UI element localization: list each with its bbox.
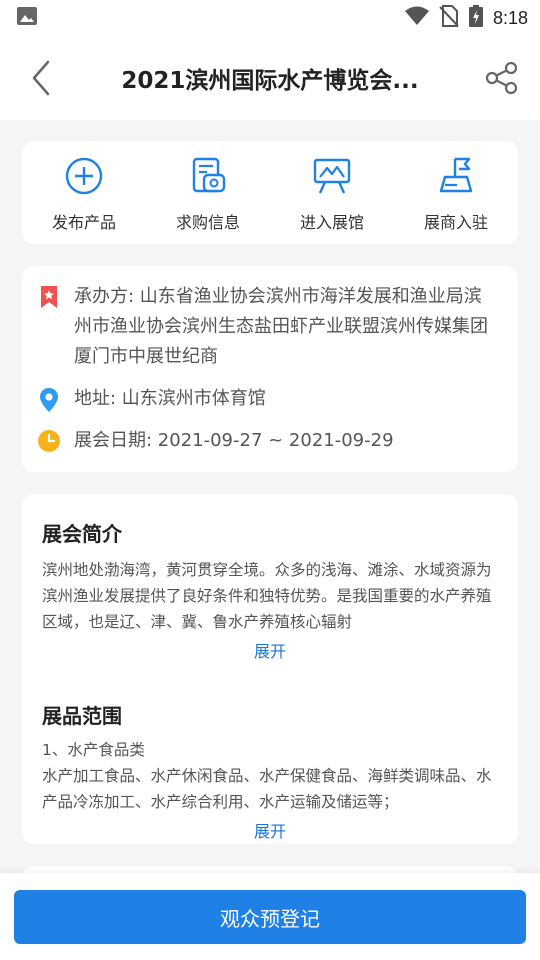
exhibitor-join-button[interactable]: 展商入驻 <box>394 141 518 244</box>
plus-circle-icon <box>65 157 103 195</box>
intro-body: 滨州地处渤海湾，黄河贯穿全境。众多的浅海、滩涂、水域资源为滨州渔业发展提供了良好… <box>42 561 492 631</box>
wifi-icon <box>404 6 429 30</box>
purchase-info-button[interactable]: 求购信息 <box>146 141 270 244</box>
chevron-left-icon <box>32 60 50 96</box>
quick-actions-card: 发布产品 求购信息 进入展馆 展商入驻 <box>22 141 518 244</box>
exhibitor-flag-icon <box>439 157 473 193</box>
visitor-register-button[interactable]: 观众预登记 <box>14 890 526 944</box>
date-row: 展会日期: 2021-09-27 ~ 2021-09-29 <box>36 426 498 456</box>
enter-hall-button[interactable]: 进入展馆 <box>270 141 394 244</box>
scope-line-category: 1、水产食品类 <box>42 741 145 759</box>
page-title: 2021滨州国际水产博览会... <box>121 68 419 94</box>
scope-expand-link[interactable]: 展开 <box>42 818 498 842</box>
address-text: 地址: 山东滨州市体育馆 <box>74 388 266 409</box>
bookmark-icon <box>36 282 62 309</box>
exhibition-info-card: 承办方: 山东省渔业协会滨州市海洋发展和渔业局滨州市渔业协会滨州生态盐田虾产业联… <box>22 266 518 472</box>
no-sim-icon <box>439 5 459 31</box>
scope-title: 展品范围 <box>42 704 122 728</box>
scope-section: 展品范围 1、水产食品类 水产加工食品、水产休闲食品、水产保健食品、海鲜类调味品… <box>42 700 498 842</box>
exhibition-hall-icon <box>313 158 351 194</box>
organizer-row: 承办方: 山东省渔业协会滨州市海洋发展和渔业局滨州市渔业协会滨州生态盐田虾产业联… <box>36 282 498 372</box>
address-row: 地址: 山东滨州市体育馆 <box>36 384 498 414</box>
intro-expand-link[interactable]: 展开 <box>42 638 498 662</box>
location-pin-icon <box>36 384 62 413</box>
bottom-action-bar: 观众预登记 <box>0 873 540 960</box>
share-button[interactable] <box>484 60 520 96</box>
share-icon <box>485 61 518 95</box>
enter-hall-label: 进入展馆 <box>299 213 364 232</box>
organizer-text: 承办方: 山东省渔业协会滨州市海洋发展和渔业局滨州市渔业协会滨州生态盐田虾产业联… <box>74 286 488 367</box>
status-bar: 8:18 <box>0 0 540 36</box>
clock-icon <box>36 426 62 453</box>
nav-bar: 2021滨州国际水产博览会... <box>0 36 540 120</box>
image-notification-icon <box>16 6 38 30</box>
publish-product-button[interactable]: 发布产品 <box>22 141 146 244</box>
date-text: 展会日期: 2021-09-27 ~ 2021-09-29 <box>74 430 394 451</box>
scope-line-items: 水产加工食品、水产休闲食品、水产保健食品、海鲜类调味品、水产品冷冻加工、水产综合… <box>42 767 492 811</box>
status-time: 8:18 <box>492 7 528 28</box>
intro-section: 展会简介 滨州地处渤海湾，黄河贯穿全境。众多的浅海、滩涂、水域资源为滨州渔业发展… <box>42 518 498 662</box>
scope-body: 1、水产食品类 水产加工食品、水产休闲食品、水产保健食品、海鲜类调味品、水产品冷… <box>42 737 498 815</box>
battery-charging-icon <box>468 5 483 31</box>
intro-title: 展会简介 <box>42 522 122 546</box>
back-button[interactable] <box>26 58 58 98</box>
publish-product-label: 发布产品 <box>51 213 116 232</box>
exhibitor-join-label: 展商入驻 <box>423 213 488 232</box>
purchase-doc-icon <box>192 157 226 193</box>
purchase-info-label: 求购信息 <box>175 213 240 232</box>
description-card: 展会简介 滨州地处渤海湾，黄河贯穿全境。众多的浅海、滩涂、水域资源为滨州渔业发展… <box>22 494 518 844</box>
